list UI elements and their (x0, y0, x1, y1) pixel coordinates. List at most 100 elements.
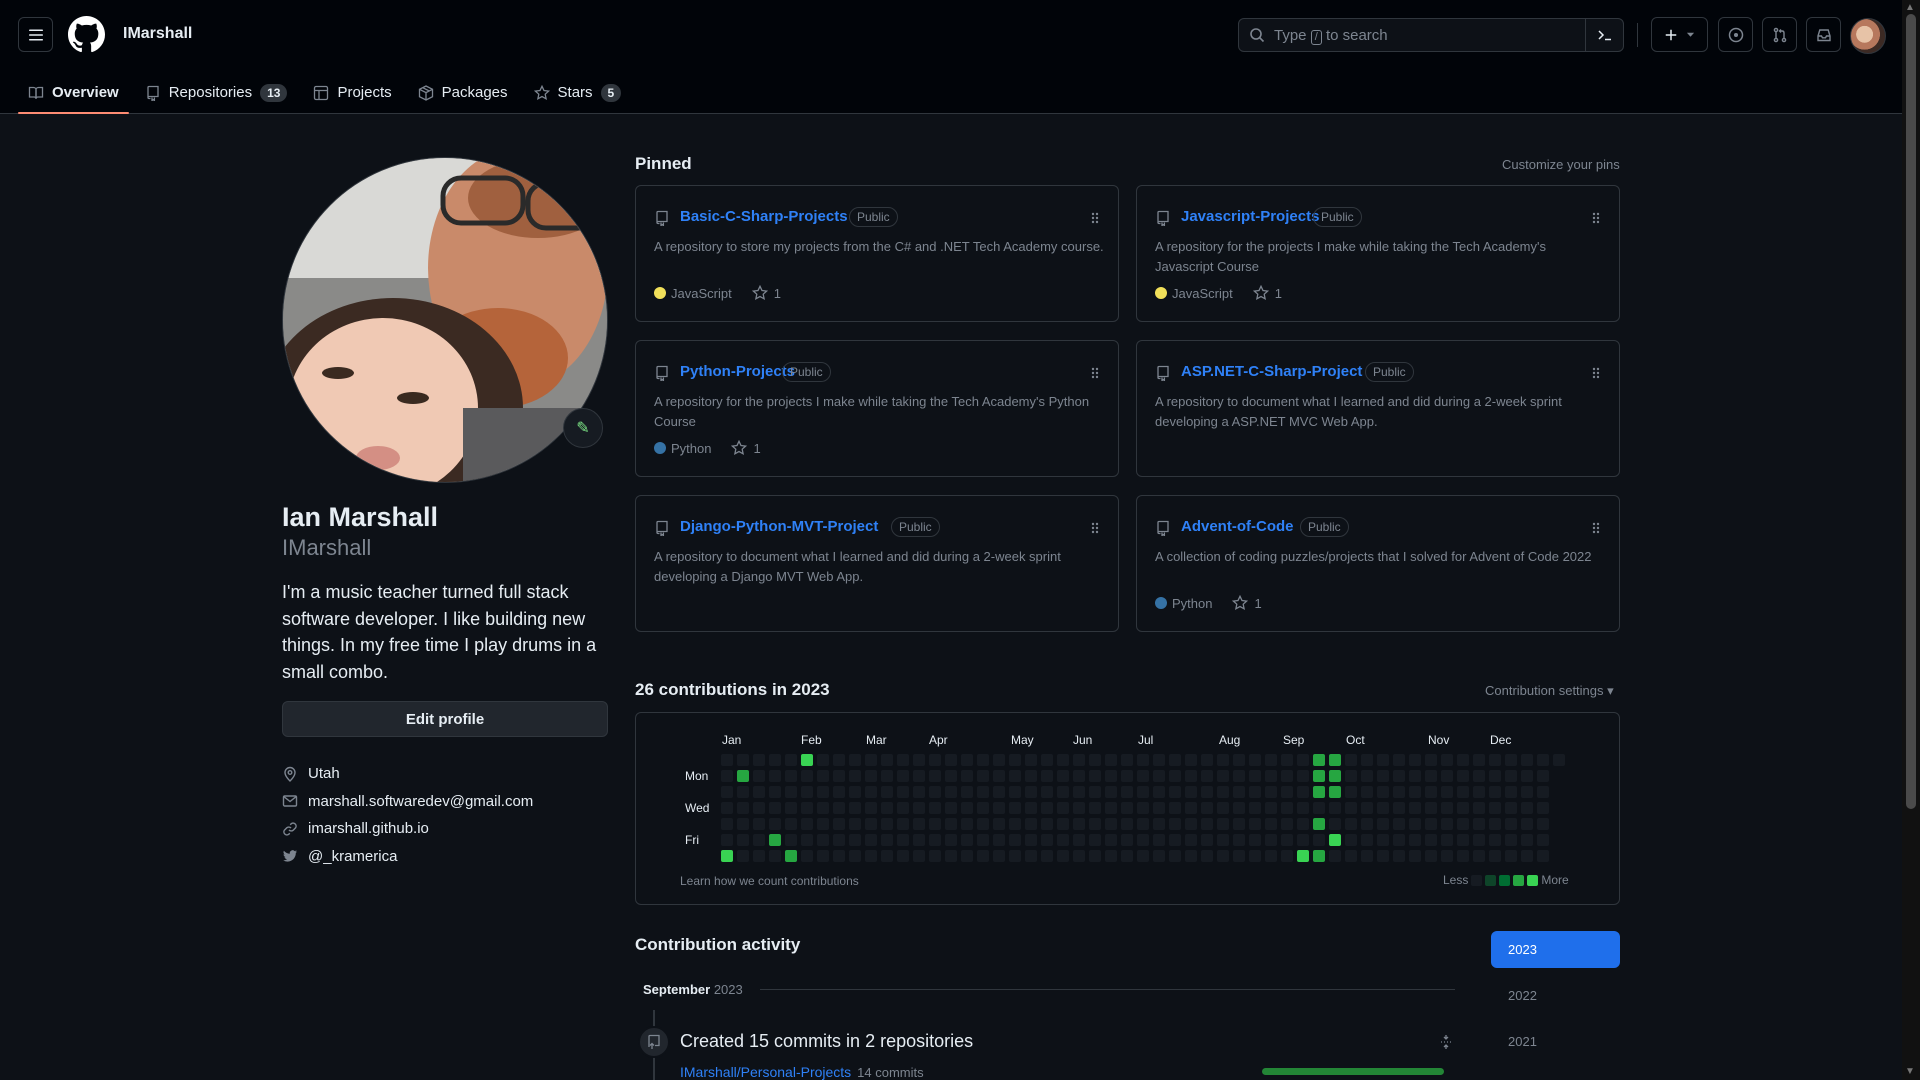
month-label: Sep (1283, 733, 1305, 747)
profile-login: IMarshall (282, 535, 372, 560)
scrollbar-thumb[interactable] (1906, 14, 1916, 809)
commit-share-bar (1262, 1068, 1445, 1075)
profile-details: Utah marshall.softwaredev@gmail.com imar… (282, 760, 533, 870)
smiley-icon: ✎ (576, 420, 590, 437)
visibility-badge: Public (1313, 207, 1362, 227)
mail-icon (282, 795, 298, 807)
link-icon (283, 822, 297, 836)
website-link[interactable]: imarshall.github.io (308, 820, 429, 837)
tab-projects-label: Projects (337, 84, 392, 101)
month-label: Aug (1219, 733, 1241, 747)
repo-icon (147, 85, 159, 101)
pinned-repo-star-count: 1 (1254, 595, 1262, 611)
scroll-down-arrow[interactable]: ▼ (1905, 1066, 1915, 1077)
pinned-repo-language: JavaScript (1172, 285, 1233, 301)
repo-icon (656, 365, 668, 381)
language-color-dot (1155, 287, 1167, 299)
pinned-repo-name[interactable]: Advent-of-Code (1181, 518, 1294, 535)
stars-count: 5 (600, 83, 622, 102)
drag-handle-icon[interactable] (1591, 520, 1601, 536)
plus-icon (1665, 29, 1677, 40)
repositories-count: 13 (260, 83, 288, 102)
terminal-icon (1597, 30, 1611, 41)
visibility-badge: Public (891, 517, 940, 537)
context-username[interactable]: IMarshall (123, 25, 192, 43)
tab-repositories-label: Repositories (168, 84, 253, 101)
tab-stars[interactable]: Stars 5 (524, 72, 632, 113)
inbox-icon (1816, 28, 1831, 41)
customize-pins-link[interactable]: Customize your pins (1502, 157, 1620, 172)
drag-handle-icon[interactable] (1090, 520, 1100, 536)
pinned-repo-stars[interactable]: 1 (1232, 595, 1262, 611)
fold-icon[interactable] (1438, 1034, 1454, 1050)
legend-less: Less (1443, 873, 1469, 887)
year-2023-button[interactable]: 2023 (1491, 931, 1620, 968)
pinned-repo-name[interactable]: Basic-C-Sharp-Projects (680, 208, 848, 225)
month-label: Mar (866, 733, 887, 747)
repo-push-icon (638, 1026, 670, 1058)
menu-button[interactable] (18, 17, 53, 52)
edit-profile-button[interactable]: Edit profile (282, 701, 608, 737)
user-avatar[interactable] (1850, 18, 1886, 54)
table-icon (314, 85, 329, 100)
activity-repo-row: IMarshall/Personal-Projects 14 commits (680, 1064, 924, 1080)
tab-repositories[interactable]: Repositories 13 (135, 72, 298, 113)
star-icon (533, 84, 550, 100)
visibility-badge: Public (1300, 517, 1349, 537)
profile-photo-image (283, 158, 607, 482)
git-pull-request-icon (1773, 27, 1786, 42)
contributions-title: 26 contributions in 2023 (635, 680, 830, 699)
day-label-wed: Wed (685, 801, 710, 815)
drag-handle-icon[interactable] (1591, 365, 1601, 381)
profile-full-name: Ian Marshall (282, 502, 439, 532)
twitter-icon (283, 850, 297, 862)
pinned-repo-name[interactable]: ASP.NET-C-Sharp-Project (1181, 363, 1362, 380)
book-icon (28, 86, 44, 99)
repo-icon (1157, 210, 1169, 226)
tab-packages[interactable]: Packages (408, 72, 518, 113)
day-label-fri: Fri (685, 833, 699, 847)
command-palette-button[interactable] (1585, 19, 1623, 51)
profile-tabs: Overview Repositories 13 Projects Packag… (18, 72, 637, 114)
pinned-repo-card: Basic-C-Sharp-Projects Public A repository… (635, 185, 1119, 322)
language-color-dot (654, 442, 666, 454)
repo-icon (1157, 365, 1169, 381)
day-label-mon: Mon (685, 769, 709, 783)
pinned-repo-stars[interactable]: 1 (751, 285, 781, 301)
issues-button[interactable] (1718, 17, 1753, 52)
top-header: IMarshall Type / to search Overview Repo… (0, 0, 1902, 114)
tab-projects[interactable]: Projects (303, 72, 401, 113)
pinned-repo-stars[interactable]: 1 (1252, 285, 1282, 301)
activity-month-heading: September 2023 (643, 982, 743, 997)
legend-swatch-3 (1513, 874, 1525, 886)
search-input[interactable]: Type / to search (1238, 18, 1624, 52)
website-row: imarshall.github.io (282, 815, 533, 843)
activity-repo-commits[interactable]: 14 commits (857, 1065, 923, 1080)
inbox-button[interactable] (1806, 17, 1841, 52)
twitter-link[interactable]: @_kramerica (308, 848, 397, 865)
pinned-repo-name[interactable]: Django-Python-MVT-Project (680, 518, 878, 535)
chevron-down-icon (1686, 32, 1695, 37)
contribution-settings-dropdown[interactable]: Contribution settings ▾ (1485, 683, 1614, 699)
github-logo-icon[interactable] (68, 16, 105, 53)
year-2021-button[interactable]: 2021 (1491, 1023, 1620, 1060)
search-placeholder-suffix: to search (1325, 27, 1388, 44)
email-link[interactable]: marshall.softwaredev@gmail.com (308, 793, 533, 810)
drag-handle-icon[interactable] (1090, 210, 1100, 226)
pinned-repo-meta: Python 1 (1155, 595, 1262, 611)
profile-avatar[interactable] (282, 157, 608, 483)
pull-requests-button[interactable] (1762, 17, 1797, 52)
set-status-button[interactable]: ✎ (563, 408, 603, 448)
pinned-repo-name[interactable]: Python-Projects (680, 363, 795, 380)
drag-handle-icon[interactable] (1090, 365, 1100, 381)
create-new-button[interactable] (1651, 17, 1708, 52)
drag-handle-icon[interactable] (1591, 210, 1601, 226)
pinned-repo-name[interactable]: Javascript-Projects (1181, 208, 1319, 225)
tab-overview[interactable]: Overview (18, 72, 129, 114)
learn-contributions-link[interactable]: Learn how we count contributions (680, 874, 859, 888)
pinned-repo-card: Advent-of-Code Public A collection of codi… (1136, 495, 1620, 632)
activity-repo-link[interactable]: IMarshall/Personal-Projects (680, 1064, 851, 1080)
pinned-repo-stars[interactable]: 1 (731, 440, 761, 456)
scroll-up-arrow[interactable]: ▲ (1905, 2, 1915, 13)
year-2022-button[interactable]: 2022 (1491, 977, 1620, 1014)
